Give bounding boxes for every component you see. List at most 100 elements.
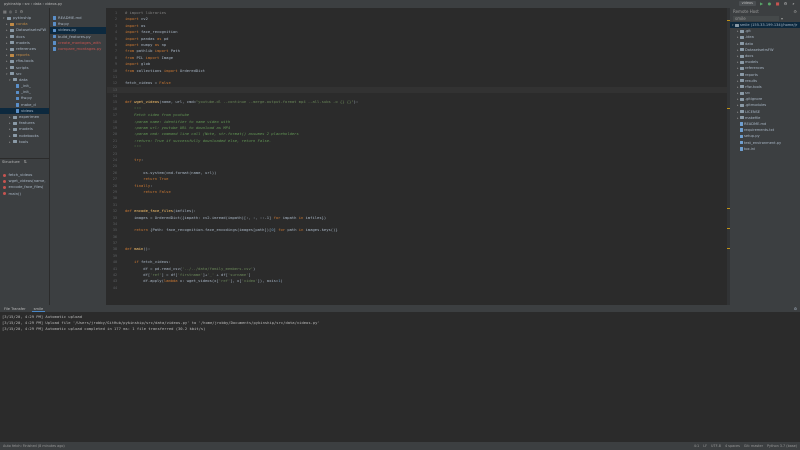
- file-icon: [53, 34, 56, 39]
- status-item[interactable]: LF: [703, 444, 707, 448]
- folder-icon: [13, 140, 17, 144]
- debug-icon[interactable]: ●: [767, 1, 772, 6]
- folder-icon: [13, 78, 17, 82]
- folder-icon: [10, 47, 14, 51]
- project-toolbar: ▦ ◎ ⇕ ⚙: [0, 8, 49, 15]
- tab-smile[interactable]: smile: [31, 307, 46, 312]
- folder-icon: [13, 115, 17, 119]
- bottom-panel: File Transfer smile ⚙ [3/15/20, 4:29 PM]…: [0, 305, 800, 442]
- folder-icon: [13, 127, 17, 131]
- gear-icon[interactable]: ⚙: [20, 9, 24, 14]
- status-bar: Auto fetch: Finished (8 minutes ago) 4:1…: [0, 442, 800, 450]
- gear-icon[interactable]: ⚙: [794, 307, 800, 311]
- file-icon: [740, 147, 743, 151]
- code-text: from collections import OrderedDict: [125, 67, 206, 73]
- tree-item[interactable]: ▸ tools: [0, 139, 49, 145]
- chevron-right-icon: ›: [30, 2, 33, 6]
- code-lines: 1 # import libraries 2 import cv2 3 import os…: [107, 8, 730, 291]
- stop-icon[interactable]: ■: [775, 1, 780, 6]
- file-icon: [740, 128, 743, 133]
- folder-icon: [13, 121, 17, 125]
- structure-title: Structure: [2, 159, 20, 164]
- search-icon[interactable]: ⌕: [791, 1, 796, 6]
- status-left[interactable]: Auto fetch: Finished (8 minutes ago): [3, 444, 65, 448]
- code-text: df.apply(lambda x: wget_videos(x['ref'],…: [125, 278, 283, 284]
- method-icon: [3, 185, 6, 189]
- chevron-right-icon: ▸: [9, 139, 11, 144]
- open-files-toolbar: [50, 8, 106, 15]
- python-file-icon: [16, 109, 19, 113]
- tab-file-transfer[interactable]: File Transfer: [2, 307, 28, 311]
- line-number: 44: [112, 285, 117, 290]
- folder-icon: [10, 72, 14, 76]
- chevron-down-icon[interactable]: ▾: [781, 16, 783, 21]
- breadcrumb-item[interactable]: src: [25, 2, 30, 6]
- folder-icon: [740, 91, 744, 95]
- folder-icon: [740, 42, 744, 46]
- structure-item-label: main(): [8, 190, 21, 196]
- file-icon: [53, 47, 56, 51]
- code-editor[interactable]: 1 # import libraries 2 import cv2 3 import os…: [107, 8, 730, 305]
- status-item[interactable]: 4 spaces: [725, 444, 740, 448]
- file-icon: [53, 16, 56, 20]
- folder-icon: [740, 110, 744, 114]
- method-icon: [3, 192, 6, 196]
- open-file-item[interactable]: compare_montages.py: [50, 46, 106, 52]
- folder-icon: [740, 79, 744, 83]
- project-panel: ▦ ◎ ⇕ ⚙ ▾ pykinship ▸ conda ▸ DatasetsetrsFW ▸…: [0, 8, 50, 305]
- remote-header: Remote Host ⚙: [730, 8, 800, 15]
- folder-icon: [740, 116, 744, 120]
- remote-item-label: tox.ini: [744, 146, 756, 151]
- settings-icon[interactable]: ⚙: [783, 1, 788, 6]
- host-select[interactable]: smile: [733, 16, 779, 21]
- chevron-right-icon: ›: [42, 2, 44, 6]
- folder-icon: [10, 53, 14, 57]
- code-text: def wget_videos(name, url, cmd="youtube-…: [125, 99, 359, 105]
- title-bar: pykinship › src › data › videos.py videos ▶ ● …: [0, 0, 800, 8]
- remote-root[interactable]: ▾ smile (155.33.199.134)/home/jr: [730, 22, 800, 29]
- remote-tree-item[interactable]: tox.ini: [730, 146, 800, 152]
- folder-icon: [10, 35, 14, 39]
- open-files-list: README.md fiw.py videos.py build_features.p…: [50, 15, 106, 52]
- remote-tree: ▸ .git ▸ .idea ▸ data ▸ DatasetsetrsFW ▸ docs ▸ mod…: [730, 28, 800, 152]
- run-config-select[interactable]: videos: [738, 1, 756, 6]
- run-icon[interactable]: ▶: [759, 1, 764, 6]
- python-file-icon: [16, 90, 19, 95]
- folder-icon: [740, 54, 744, 58]
- remote-host-select-row: smile ▾: [730, 15, 800, 22]
- code-text: return False: [143, 188, 171, 194]
- status-item[interactable]: UTF-8: [711, 444, 721, 448]
- folder-icon: [740, 48, 744, 52]
- folder-icon: [740, 60, 744, 64]
- chevron-right-icon: ›: [22, 2, 24, 6]
- sort-icon[interactable]: ⇅: [24, 159, 27, 164]
- folder-icon: [10, 41, 14, 45]
- folder-icon: [740, 66, 744, 70]
- open-files-panel: README.md fiw.py videos.py build_features.p…: [50, 8, 107, 305]
- status-item[interactable]: Python 3.7 (base): [767, 444, 797, 448]
- breadcrumb-item[interactable]: pykinship: [4, 2, 21, 6]
- status-item[interactable]: Git: master: [744, 444, 763, 448]
- collapse-icon[interactable]: ⇕: [14, 9, 17, 14]
- status-item[interactable]: 4:1: [694, 444, 699, 448]
- breadcrumb-item[interactable]: videos.py: [45, 2, 62, 6]
- code-line[interactable]: 44: [107, 285, 730, 291]
- file-icon: [53, 41, 56, 45]
- gear-icon[interactable]: ⚙: [793, 9, 797, 14]
- folder-icon: [735, 23, 739, 27]
- target-icon[interactable]: ◎: [9, 9, 13, 14]
- toolbar-right: videos ▶ ● ■ ⚙ ⌕: [738, 1, 796, 6]
- tree-item-label: tools: [19, 138, 29, 144]
- open-file-label: compare_montages.py: [58, 45, 102, 51]
- code-text: fetch_videos = False: [125, 80, 171, 86]
- breadcrumb[interactable]: pykinship › src › data › videos.py: [4, 2, 62, 6]
- folder-icon: [10, 28, 14, 32]
- project-icon[interactable]: ▦: [3, 9, 7, 14]
- structure-item[interactable]: main(): [0, 191, 50, 197]
- folder-icon: [10, 66, 14, 70]
- folder-icon: [740, 35, 744, 39]
- folder-icon: [740, 73, 744, 77]
- file-icon: [53, 28, 56, 33]
- structure-list: fetch_videos wget_videos(name, encode_face…: [0, 164, 50, 197]
- breadcrumb-item[interactable]: data: [33, 2, 41, 6]
